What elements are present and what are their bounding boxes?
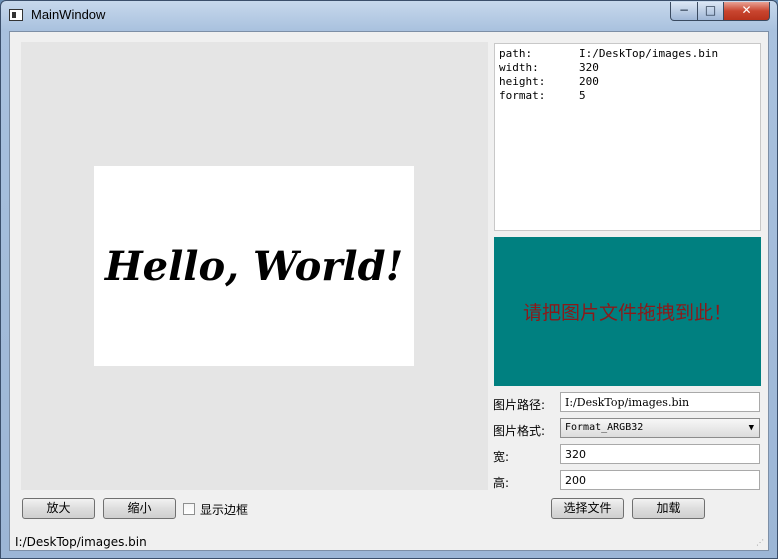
zoom-out-button[interactable]: 缩小 [103,498,176,519]
info-key: height: [499,75,546,88]
info-value: I:/DeskTop/images.bin [579,47,719,60]
image-info-panel[interactable]: path: I:/DeskTop/images.bin width: 320 h… [494,43,761,231]
info-value: 320 [579,61,599,74]
window-title: MainWindow [31,7,106,22]
app-window-icon [9,9,23,21]
checkbox-box[interactable] [183,503,195,515]
image-text: Hello, World! [104,242,404,290]
info-row-width: width: 320 [499,61,756,75]
path-input[interactable] [560,392,760,412]
info-row-path: path: I:/DeskTop/images.bin [499,47,756,61]
show-border-checkbox[interactable]: 显示边框 [183,501,248,517]
close-button[interactable]: ✕ [723,2,770,21]
height-input[interactable] [560,470,760,490]
client-area: Hello, World! path: I:/DeskTop/images.bi… [9,31,769,551]
status-bar-text: I:/DeskTop/images.bin [15,535,147,549]
minimize-icon: − [678,3,690,17]
width-input[interactable] [560,444,760,464]
info-value: 5 [579,89,586,102]
minimize-button[interactable]: − [670,2,698,21]
info-key: format: [499,89,546,102]
resize-grip-icon[interactable]: ⋰ [756,538,766,548]
info-key: width: [499,61,539,74]
info-row-height: height: 200 [499,75,756,89]
dropdown-arrow-icon: ▼ [748,423,754,433]
info-value: 200 [579,75,599,88]
drop-zone[interactable]: 请把图片文件拖拽到此！ [494,237,761,386]
format-select[interactable]: Format_ARGB32 ▼ [560,418,760,438]
maximize-icon: □ [704,3,717,17]
format-select-value: Format_ARGB32 [565,422,644,433]
format-label: 图片格式: [493,424,546,438]
info-row-format: format: 5 [499,89,756,103]
zoom-in-button[interactable]: 放大 [22,498,95,519]
select-file-button[interactable]: 选择文件 [551,498,624,519]
show-border-label: 显示边框 [200,502,249,517]
image-canvas[interactable]: Hello, World! [21,42,488,490]
main-window: MainWindow − □ ✕ Hello, World! path: I:/… [0,0,778,559]
height-label: 高: [493,476,510,490]
load-button[interactable]: 加载 [632,498,705,519]
close-icon: ✕ [741,3,752,17]
info-key: path: [499,47,533,60]
drop-zone-hint: 请把图片文件拖拽到此！ [522,302,732,324]
title-bar[interactable]: MainWindow − □ ✕ [1,1,777,31]
loaded-image: Hello, World! [94,166,414,366]
maximize-button[interactable]: □ [697,2,724,21]
path-label: 图片路径: [493,398,546,412]
width-label: 宽: [493,450,510,464]
